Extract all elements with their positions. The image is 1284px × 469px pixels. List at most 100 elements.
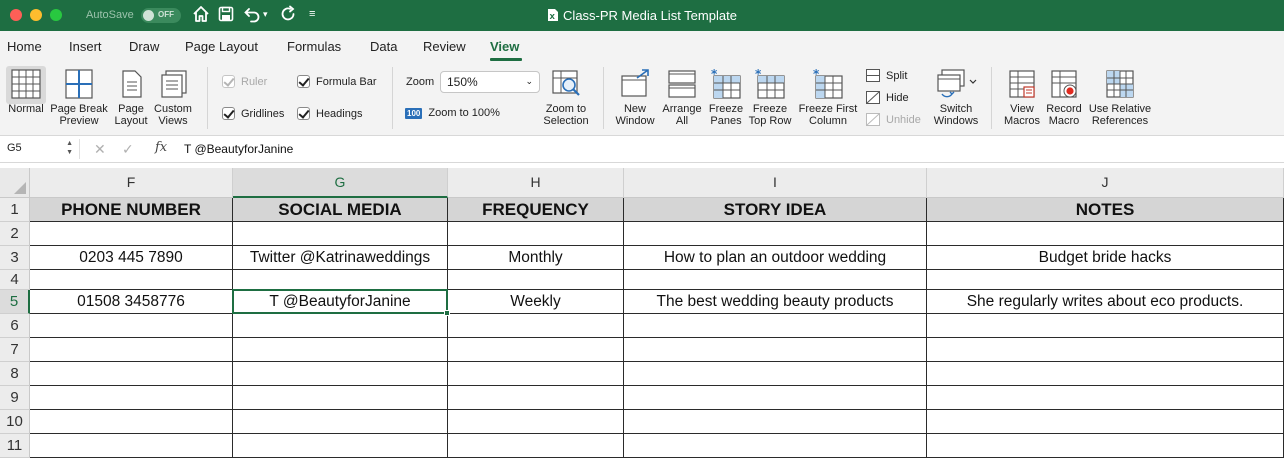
table-cell[interactable] xyxy=(624,314,927,338)
table-cell[interactable]: She regularly writes about eco products. xyxy=(927,290,1284,314)
column-header-g[interactable]: G xyxy=(233,168,448,198)
row-header-9[interactable]: 9 xyxy=(0,386,30,410)
table-cell[interactable] xyxy=(448,362,624,386)
table-cell[interactable]: Monthly xyxy=(448,246,624,270)
insert-function-button[interactable]: fx xyxy=(155,140,167,155)
table-cell[interactable] xyxy=(927,338,1284,362)
zoom-to-selection-button[interactable]: Zoom to Selection xyxy=(540,68,592,127)
table-cell[interactable] xyxy=(624,434,927,458)
table-cell[interactable] xyxy=(624,338,927,362)
tab-review[interactable]: Review xyxy=(423,39,466,54)
name-box-stepper-icon[interactable]: ▲ ▼ xyxy=(66,139,73,157)
row-header-3[interactable]: 3 xyxy=(0,246,30,270)
table-cell[interactable] xyxy=(624,222,927,246)
table-cell[interactable]: 01508 3458776 xyxy=(30,290,233,314)
table-cell[interactable] xyxy=(624,270,927,290)
table-cell[interactable] xyxy=(927,410,1284,434)
table-cell[interactable]: Budget bride hacks xyxy=(927,246,1284,270)
table-cell[interactable] xyxy=(448,410,624,434)
freeze-panes-button[interactable]: * Freeze Panes xyxy=(706,68,746,127)
zoom-select[interactable]: 150% ⌄ xyxy=(440,71,540,93)
table-cell[interactable] xyxy=(624,386,927,410)
table-cell[interactable] xyxy=(927,222,1284,246)
table-cell[interactable] xyxy=(233,222,448,246)
row-header-7[interactable]: 7 xyxy=(0,338,30,362)
switch-windows-button[interactable]: Switch Windows xyxy=(930,68,982,127)
table-cell[interactable] xyxy=(30,338,233,362)
use-relative-references-button[interactable]: Use Relative References xyxy=(1088,68,1152,127)
row-header-8[interactable]: 8 xyxy=(0,362,30,386)
row-header-6[interactable]: 6 xyxy=(0,314,30,338)
table-cell[interactable]: The best wedding beauty products xyxy=(624,290,927,314)
row-header-1[interactable]: 1 xyxy=(0,198,30,222)
table-cell[interactable] xyxy=(233,338,448,362)
zoom-to-100-button[interactable]: 100 Zoom to 100% xyxy=(405,107,500,119)
page-break-preview-button[interactable]: Page Break Preview xyxy=(50,68,108,127)
tab-formulas[interactable]: Formulas xyxy=(287,39,341,54)
table-cell[interactable] xyxy=(624,410,927,434)
table-cell[interactable] xyxy=(448,434,624,458)
row-header-2[interactable]: 2 xyxy=(0,222,30,246)
gridlines-checkbox[interactable]: Gridlines xyxy=(222,107,284,120)
column-header-f[interactable]: F xyxy=(30,168,233,198)
tab-draw[interactable]: Draw xyxy=(129,39,159,54)
table-cell[interactable] xyxy=(30,314,233,338)
table-cell[interactable]: 0203 445 7890 xyxy=(30,246,233,270)
name-box[interactable]: G5 ▲ ▼ xyxy=(4,139,80,159)
normal-view-button[interactable]: Normal xyxy=(6,68,46,115)
table-cell[interactable] xyxy=(30,386,233,410)
headings-checkbox[interactable]: Headings xyxy=(297,107,362,120)
table-cell[interactable] xyxy=(927,434,1284,458)
table-cell[interactable] xyxy=(30,222,233,246)
table-cell[interactable]: How to plan an outdoor wedding xyxy=(624,246,927,270)
table-cell[interactable] xyxy=(233,410,448,434)
column-title-cell[interactable]: NOTES xyxy=(927,198,1284,222)
freeze-top-row-button[interactable]: * Freeze Top Row xyxy=(747,68,793,127)
table-cell[interactable] xyxy=(233,362,448,386)
formula-bar-checkbox[interactable]: Formula Bar xyxy=(297,75,377,88)
select-all-button[interactable] xyxy=(0,168,30,198)
table-cell[interactable] xyxy=(927,270,1284,290)
unhide-button[interactable]: Unhide xyxy=(866,113,921,126)
enter-icon[interactable]: ✓ xyxy=(122,141,134,158)
table-cell[interactable] xyxy=(233,434,448,458)
table-cell[interactable] xyxy=(30,434,233,458)
table-cell[interactable] xyxy=(30,410,233,434)
table-cell[interactable] xyxy=(448,314,624,338)
row-header-5[interactable]: 5 xyxy=(0,290,30,314)
ruler-checkbox[interactable]: Ruler xyxy=(222,75,267,88)
row-header-10[interactable]: 10 xyxy=(0,410,30,434)
tab-data[interactable]: Data xyxy=(370,39,397,54)
cancel-icon[interactable]: ✕ xyxy=(94,141,106,158)
column-header-i[interactable]: I xyxy=(624,168,927,198)
table-cell[interactable]: Weekly xyxy=(448,290,624,314)
table-cell[interactable] xyxy=(448,338,624,362)
tab-page-layout[interactable]: Page Layout xyxy=(185,39,258,54)
table-cell[interactable] xyxy=(448,386,624,410)
table-cell[interactable]: T @BeautyforJanine xyxy=(233,290,448,314)
view-macros-button[interactable]: View Macros xyxy=(1002,68,1042,127)
table-cell[interactable] xyxy=(927,386,1284,410)
tab-home[interactable]: Home xyxy=(7,39,42,54)
row-header-4[interactable]: 4 xyxy=(0,270,30,290)
tab-view[interactable]: View xyxy=(490,39,519,54)
column-header-h[interactable]: H xyxy=(448,168,624,198)
column-title-cell[interactable]: STORY IDEA xyxy=(624,198,927,222)
new-window-button[interactable]: New Window xyxy=(613,68,657,127)
record-macro-button[interactable]: Record Macro xyxy=(1044,68,1084,127)
table-cell[interactable] xyxy=(233,314,448,338)
table-cell[interactable]: Twitter @Katrinaweddings xyxy=(233,246,448,270)
column-title-cell[interactable]: FREQUENCY xyxy=(448,198,624,222)
column-header-j[interactable]: J xyxy=(927,168,1284,198)
page-layout-view-button[interactable]: Page Layout xyxy=(113,68,149,127)
split-button[interactable]: Split xyxy=(866,69,907,82)
arrange-all-button[interactable]: Arrange All xyxy=(660,68,704,127)
column-title-cell[interactable]: SOCIAL MEDIA xyxy=(233,198,448,222)
table-cell[interactable] xyxy=(233,386,448,410)
table-cell[interactable] xyxy=(448,270,624,290)
hide-button[interactable]: Hide xyxy=(866,91,909,104)
tab-insert[interactable]: Insert xyxy=(69,39,102,54)
custom-views-button[interactable]: Custom Views xyxy=(152,68,194,127)
row-header-11[interactable]: 11 xyxy=(0,434,30,458)
table-cell[interactable] xyxy=(30,270,233,290)
